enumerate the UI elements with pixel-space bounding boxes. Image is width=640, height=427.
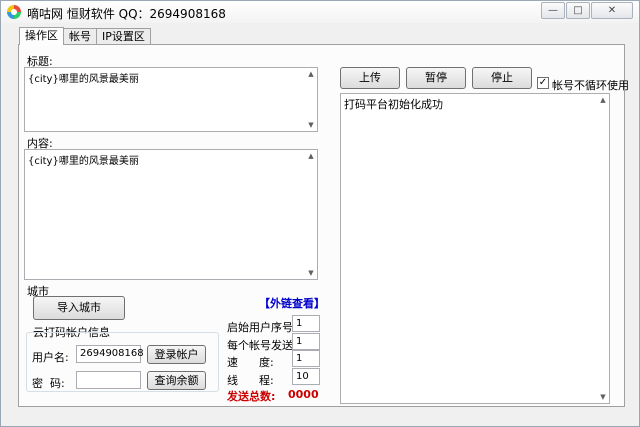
per-account-input[interactable]: 1 xyxy=(292,333,320,350)
scroll-up-icon[interactable]: ▲ xyxy=(305,68,317,80)
start-index-input[interactable]: 1 xyxy=(292,315,320,332)
password-label: 密 码: xyxy=(32,377,65,390)
tab-accounts[interactable]: 帐号 xyxy=(63,28,97,45)
no-loop-label: 帐号不循环使用 xyxy=(552,79,629,92)
total-sent-value: 0000 xyxy=(288,388,319,401)
speed-input[interactable]: 1 xyxy=(292,350,320,367)
maximize-button[interactable]: □ xyxy=(566,2,590,19)
app-logo-icon xyxy=(7,5,21,19)
content-scrollbar[interactable]: ▲ ▼ xyxy=(305,150,317,279)
content-textarea[interactable]: {city}哪里的风景最美丽 ▲ ▼ xyxy=(24,149,318,280)
title-bar[interactable]: 嘀咕网 恒财软件 QQ：2694908168 — □ ✕ xyxy=(1,1,639,23)
window-title: 嘀咕网 恒财软件 QQ：2694908168 xyxy=(27,7,226,21)
log-output[interactable]: 打码平台初始化成功 ▲ ▼ xyxy=(340,93,610,404)
start-index-label: 启始用户序号: xyxy=(227,321,297,334)
window-controls: — □ ✕ xyxy=(540,2,633,19)
tab-strip: 操作区 帐号 IP设置区 xyxy=(19,27,151,45)
per-account-label: 每个帐号发送: xyxy=(227,339,297,352)
tab-ip-settings[interactable]: IP设置区 xyxy=(96,28,151,45)
stop-button[interactable]: 停止 xyxy=(472,67,532,89)
content-text: {city}哪里的风景最美丽 xyxy=(28,156,139,167)
title-textarea[interactable]: {city}哪里的风景最美丽 ▲ ▼ xyxy=(24,67,318,132)
threads-label: 线 程: xyxy=(227,374,274,387)
pause-button[interactable]: 暂停 xyxy=(406,67,466,89)
no-loop-checkbox[interactable]: ✓ xyxy=(537,77,549,89)
title-text: {city}哪里的风景最美丽 xyxy=(28,74,139,85)
username-input[interactable]: 2694908168 xyxy=(76,345,144,363)
log-text: 打码平台初始化成功 xyxy=(344,98,443,111)
close-button[interactable]: ✕ xyxy=(591,2,633,19)
external-link[interactable]: 【外链查看】 xyxy=(259,295,325,311)
total-sent-label: 发送总数: xyxy=(227,390,276,403)
title-scrollbar[interactable]: ▲ ▼ xyxy=(305,68,317,131)
login-button[interactable]: 登录帐户 xyxy=(147,345,206,364)
tab-operation[interactable]: 操作区 xyxy=(19,27,64,45)
scroll-down-icon[interactable]: ▼ xyxy=(305,267,317,279)
minimize-button[interactable]: — xyxy=(541,2,565,19)
checkmark-icon: ✓ xyxy=(538,77,548,88)
scroll-down-icon[interactable]: ▼ xyxy=(597,391,609,403)
upload-button[interactable]: 上传 xyxy=(340,67,400,89)
log-scrollbar[interactable]: ▲ ▼ xyxy=(597,94,609,403)
check-balance-button[interactable]: 查询余额 xyxy=(147,371,206,390)
scroll-up-icon[interactable]: ▲ xyxy=(597,94,609,106)
operation-panel: 标题: {city}哪里的风景最美丽 ▲ ▼ 内容: {city}哪里的风景最美… xyxy=(18,44,629,407)
scroll-up-icon[interactable]: ▲ xyxy=(305,150,317,162)
speed-label: 速 度: xyxy=(227,356,274,369)
username-label: 用户名: xyxy=(32,351,69,364)
import-city-button[interactable]: 导入城市 xyxy=(33,296,125,320)
scroll-down-icon[interactable]: ▼ xyxy=(305,119,317,131)
threads-input[interactable]: 10 xyxy=(292,368,320,385)
password-input[interactable] xyxy=(76,371,141,389)
app-window: 嘀咕网 恒财软件 QQ：2694908168 — □ ✕ 操作区 帐号 IP设置… xyxy=(0,0,640,427)
